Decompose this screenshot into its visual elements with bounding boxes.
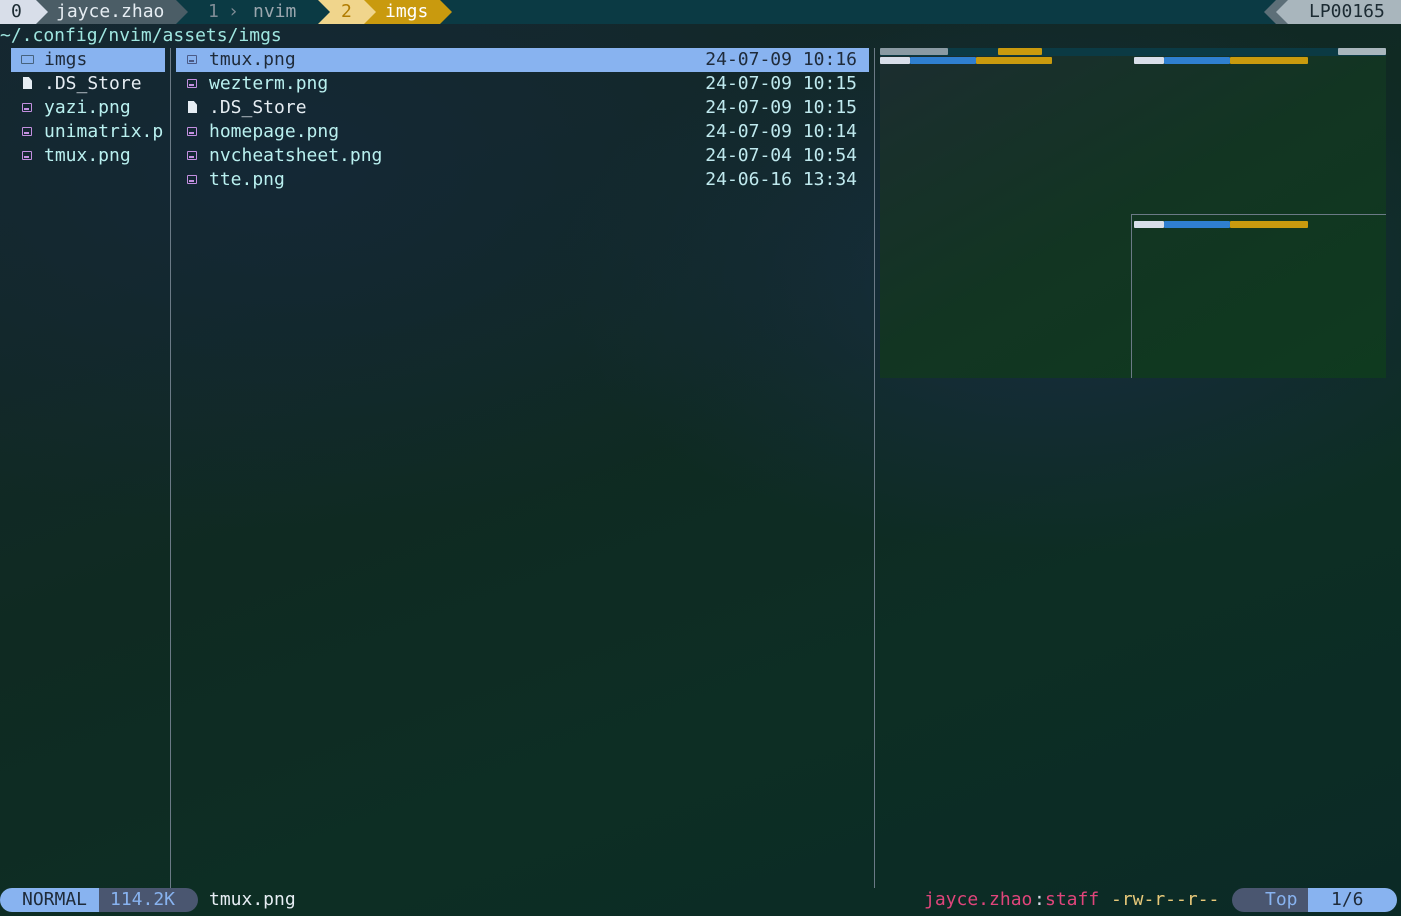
file-size: 114.2K xyxy=(99,888,198,912)
preview-decoration xyxy=(1131,214,1132,378)
file-row[interactable]: tmux.png 24-07-09 10:16 xyxy=(176,48,869,72)
file-owner: jayce.zhao xyxy=(924,889,1033,910)
preview-decoration xyxy=(976,57,1052,64)
hovered-file-name: tmux.png xyxy=(209,889,296,910)
preview-pane xyxy=(880,48,1386,378)
file-modified-date: 24-07-04 10:54 xyxy=(705,145,857,166)
parent-item-name: unimatrix.p xyxy=(44,121,164,142)
image-icon xyxy=(21,144,35,168)
parent-item-name: imgs xyxy=(44,49,88,70)
folder-icon xyxy=(21,48,35,72)
powerline-separator xyxy=(176,0,188,24)
preview-decoration xyxy=(1164,57,1230,64)
powerline-separator xyxy=(36,0,48,24)
file-row[interactable]: .DS_Store 24-07-09 10:15 xyxy=(176,96,869,120)
parent-item[interactable]: unimatrix.p xyxy=(11,120,165,144)
tmux-window-1-name[interactable]: nvim xyxy=(253,0,296,24)
powerline-separator xyxy=(1264,0,1276,24)
file-permissions: -rw-r--r-- xyxy=(1111,889,1220,910)
image-icon xyxy=(186,48,200,72)
pane-divider[interactable] xyxy=(170,48,171,888)
preview-decoration xyxy=(880,48,948,55)
file-name: wezterm.png xyxy=(209,73,329,94)
file-modified-date: 24-07-09 10:14 xyxy=(705,121,857,142)
file-modified-date: 24-07-09 10:15 xyxy=(705,73,857,94)
image-icon xyxy=(21,96,35,120)
pane-divider[interactable] xyxy=(874,48,875,888)
file-modified-date: 24-07-09 10:15 xyxy=(705,97,857,118)
file-name: tmux.png xyxy=(209,49,296,70)
preview-decoration xyxy=(1230,221,1308,228)
powerline-separator xyxy=(1276,0,1288,24)
powerline-separator xyxy=(318,0,330,24)
image-icon xyxy=(186,120,200,144)
preview-decoration xyxy=(1164,221,1230,228)
file-group: staff xyxy=(1045,889,1100,910)
image-icon xyxy=(186,144,200,168)
powerline-separator xyxy=(440,0,452,24)
chevron-right-icon: › xyxy=(228,1,239,22)
preview-decoration xyxy=(910,57,976,64)
preview-decoration xyxy=(1134,57,1164,64)
file-name: homepage.png xyxy=(209,121,340,142)
file-row[interactable]: nvcheatsheet.png 24-07-04 10:54 xyxy=(176,144,869,168)
image-icon xyxy=(186,72,200,96)
preview-decoration xyxy=(1131,214,1386,215)
image-icon xyxy=(21,120,35,144)
current-directory-pane: tmux.png 24-07-09 10:16 wezterm.png 24-0… xyxy=(176,48,869,888)
file-name: tte.png xyxy=(209,169,285,190)
file-icon xyxy=(21,72,35,96)
file-modified-date: 24-07-09 10:16 xyxy=(705,49,857,70)
preview-decoration xyxy=(1134,221,1164,228)
parent-item-name: .DS_Store xyxy=(44,73,142,94)
powerline-separator xyxy=(364,0,376,24)
tmux-hostname: LP00165 xyxy=(1288,0,1401,24)
file-row[interactable]: homepage.png 24-07-09 10:14 xyxy=(176,120,869,144)
preview-decoration xyxy=(880,57,910,64)
parent-item-name: tmux.png xyxy=(44,145,131,166)
file-name: .DS_Store xyxy=(209,97,307,118)
parent-item[interactable]: .DS_Store xyxy=(11,72,165,96)
parent-item[interactable]: yazi.png xyxy=(11,96,165,120)
tmux-status-bar: 0 jayce.zhao 1 › nvim 2 imgs LP00165 xyxy=(0,0,1401,24)
file-name: nvcheatsheet.png xyxy=(209,145,383,166)
tmux-window-1-index[interactable]: 1 xyxy=(208,0,219,24)
tmux-session-name: jayce.zhao xyxy=(36,0,176,24)
file-row[interactable]: wezterm.png 24-07-09 10:15 xyxy=(176,72,869,96)
preview-decoration xyxy=(1230,57,1308,64)
parent-item-name: yazi.png xyxy=(44,97,131,118)
image-icon xyxy=(186,168,200,192)
parent-item[interactable]: tmux.png xyxy=(11,144,165,168)
image-preview xyxy=(880,48,1386,378)
parent-directory-pane: imgs .DS_Store yazi.png unimatrix.p tmux… xyxy=(11,48,165,888)
preview-decoration xyxy=(998,48,1042,55)
item-counter: 1/6 xyxy=(1308,888,1397,912)
owner-separator: : xyxy=(1034,889,1045,910)
tmux-session-index: 0 xyxy=(0,0,36,24)
parent-item[interactable]: imgs xyxy=(11,48,165,72)
file-modified-date: 24-06-16 13:34 xyxy=(705,169,857,190)
current-directory-path: ~/.config/nvim/assets/imgs xyxy=(0,25,282,46)
scroll-position: Top xyxy=(1232,888,1308,912)
file-icon xyxy=(186,96,200,120)
file-row[interactable]: tte.png 24-06-16 13:34 xyxy=(176,168,869,192)
mode-indicator: NORMAL xyxy=(0,888,99,912)
preview-decoration xyxy=(880,48,1386,56)
yazi-status-bar: NORMAL 114.2K tmux.png jayce.zhao : staf… xyxy=(0,888,1401,912)
preview-decoration xyxy=(1338,48,1386,55)
